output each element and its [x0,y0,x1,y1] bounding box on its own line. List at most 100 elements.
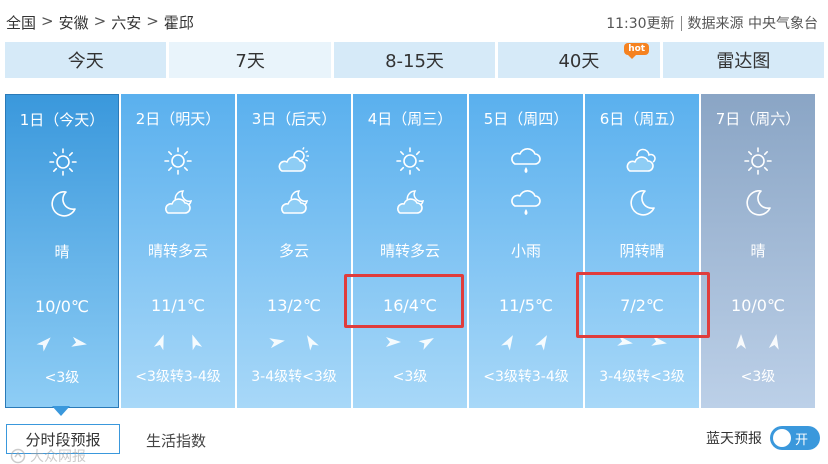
partly-cloudy-icon [277,144,311,178]
day-date: 4日（周三） [367,110,453,128]
tab-label: 8-15天 [385,51,444,72]
tab-label: 今天 [67,51,104,72]
tab-40day[interactable]: 40天 hot [498,42,660,78]
watermark-icon [10,448,26,464]
wind-direction-icon [192,334,203,351]
breadcrumb-item-county: 霍邱 [163,14,194,32]
tab-label: 雷达图 [716,51,771,72]
forecast-day-3[interactable]: 3日（后天） 多云 13/2℃ 3-4级转<3级 [237,94,351,408]
forecast-day-1[interactable]: 1日（今天） 晴 10/0℃ <3级 [5,94,119,408]
tab-radar[interactable]: 雷达图 [662,42,825,78]
breadcrumb: 全国 > 安徽 > 六安 > 霍邱 [6,12,194,33]
forecast-day-4[interactable]: 4日（周三） 晴转多云 16/4℃ <3级 [353,94,467,408]
wind-direction-icon [617,335,633,346]
sun-icon [393,144,427,178]
partly-cloudy-night-icon [161,186,195,220]
moon-icon [625,186,659,220]
toggle-knob [773,429,791,447]
wind-directions [237,332,351,352]
breadcrumb-separator: > [41,12,54,30]
wind-direction-icon [386,337,401,347]
wind-directions [585,332,699,352]
watermark: 大众网报 [10,446,86,464]
forecast-day-2[interactable]: 2日（明天） 晴转多云 11/1℃ <3级转3-4级 [121,94,235,408]
day-date: 6日（周五） [599,110,685,128]
partly-cloudy-night-icon [277,186,311,220]
day-weather: 晴转多云 [147,242,208,260]
day-temperature: 11/5℃ [499,296,553,315]
moon-icon [741,186,775,220]
rain-icon [509,144,543,178]
wind-direction-icon [418,338,434,350]
day-weather: 多云 [278,242,309,260]
day-weather: 小雨 [510,242,541,260]
day-weather: 晴转多云 [379,242,440,260]
wind-direction-icon [269,338,285,349]
day-date: 2日（明天） [135,110,221,128]
day-wind-level: 3-4级转<3级 [251,369,337,385]
tab-label: 7天 [235,51,265,72]
tab-today[interactable]: 今天 [5,42,167,78]
day-date: 5日（周四） [483,110,569,128]
day-wind-level: 3-4级转<3级 [599,369,685,385]
top-bar: 全国 > 安徽 > 六安 > 霍邱 11:30更新 数据来源 中央气象台 [0,0,828,40]
wind-direction-icon [736,334,746,349]
breadcrumb-item-city[interactable]: 六安 [111,12,141,33]
partly-cloudy-night-icon [393,186,427,220]
blue-sky-label: 蓝天预报 [706,431,762,447]
moon-icon [46,187,80,221]
blue-sky-toggle[interactable]: 开 [770,426,820,450]
breadcrumb-item-country[interactable]: 全国 [6,12,36,33]
tab-7day[interactable]: 7天 [169,42,331,78]
rain-icon [509,186,543,220]
wind-direction-icon [36,337,51,352]
day-wind-level: <3级 [740,369,776,385]
data-source: 数据来源 中央气象台 [687,16,818,32]
day-temperature: 13/2℃ [267,296,321,315]
wind-direction-icon [768,334,779,350]
tab-8-15day[interactable]: 8-15天 [333,42,496,78]
day-temperature: 10/0℃ [731,296,785,315]
day-date: 3日（后天） [251,110,337,128]
breadcrumb-separator: > [146,12,159,30]
day-weather: 晴 [750,242,766,260]
day-wind-level: <3级 [392,369,428,385]
day-weather: 阴转晴 [619,242,665,260]
day-weather: 晴 [54,243,70,261]
selected-day-caret [52,406,70,416]
wind-direction-icon [651,335,667,346]
day-date: 1日（今天） [19,111,105,129]
cloudy-icon [625,144,659,178]
day-date: 7日（周六） [715,110,801,128]
forecast-day-5[interactable]: 5日（周四） 小雨 11/5℃ <3级转3-4级 [469,94,583,408]
bottom-bar: 分时段预报 生活指数 蓝天预报 开 大众网报 [0,420,828,464]
wind-directions [469,332,583,352]
life-index-tab[interactable]: 生活指数 [146,430,206,451]
day-temperature: 16/4℃ [383,296,437,315]
breadcrumb-separator: > [93,12,107,30]
toggle-label: 开 [795,433,809,448]
watermark-text: 大众网报 [30,449,86,464]
wind-directions [353,332,467,352]
day-wind-level: <3级 [44,370,80,386]
update-time: 11:30更新 [606,16,675,32]
wind-directions [121,332,235,352]
forecast-day-6[interactable]: 6日（周五） 阴转晴 7/2℃ 3-4级转<3级 [585,94,699,408]
hot-badge: hot [624,43,650,59]
wind-direction-icon [501,335,513,351]
sun-icon [161,144,195,178]
seven-day-forecast: 1日（今天） 晴 10/0℃ <3级 2日（明天） 晴转多云 11/1℃ <3级… [5,94,821,408]
breadcrumb-item-province[interactable]: 安徽 [59,12,89,33]
wind-direction-icon [71,336,87,347]
day-temperature: 7/2℃ [620,296,664,315]
divider [680,15,682,31]
wind-directions [6,333,118,353]
forecast-tabs: 今天 7天 8-15天 40天 hot 雷达图 [5,42,825,78]
day-wind-level: <3级转3-4级 [483,369,569,385]
sun-icon [741,144,775,178]
tab-label: 40天 [558,51,600,72]
sun-icon [46,145,80,179]
wind-direction-icon [307,335,319,351]
forecast-day-7[interactable]: 7日（周六） 晴 10/0℃ <3级 [701,94,815,408]
update-meta: 11:30更新 数据来源 中央气象台 [606,13,818,33]
